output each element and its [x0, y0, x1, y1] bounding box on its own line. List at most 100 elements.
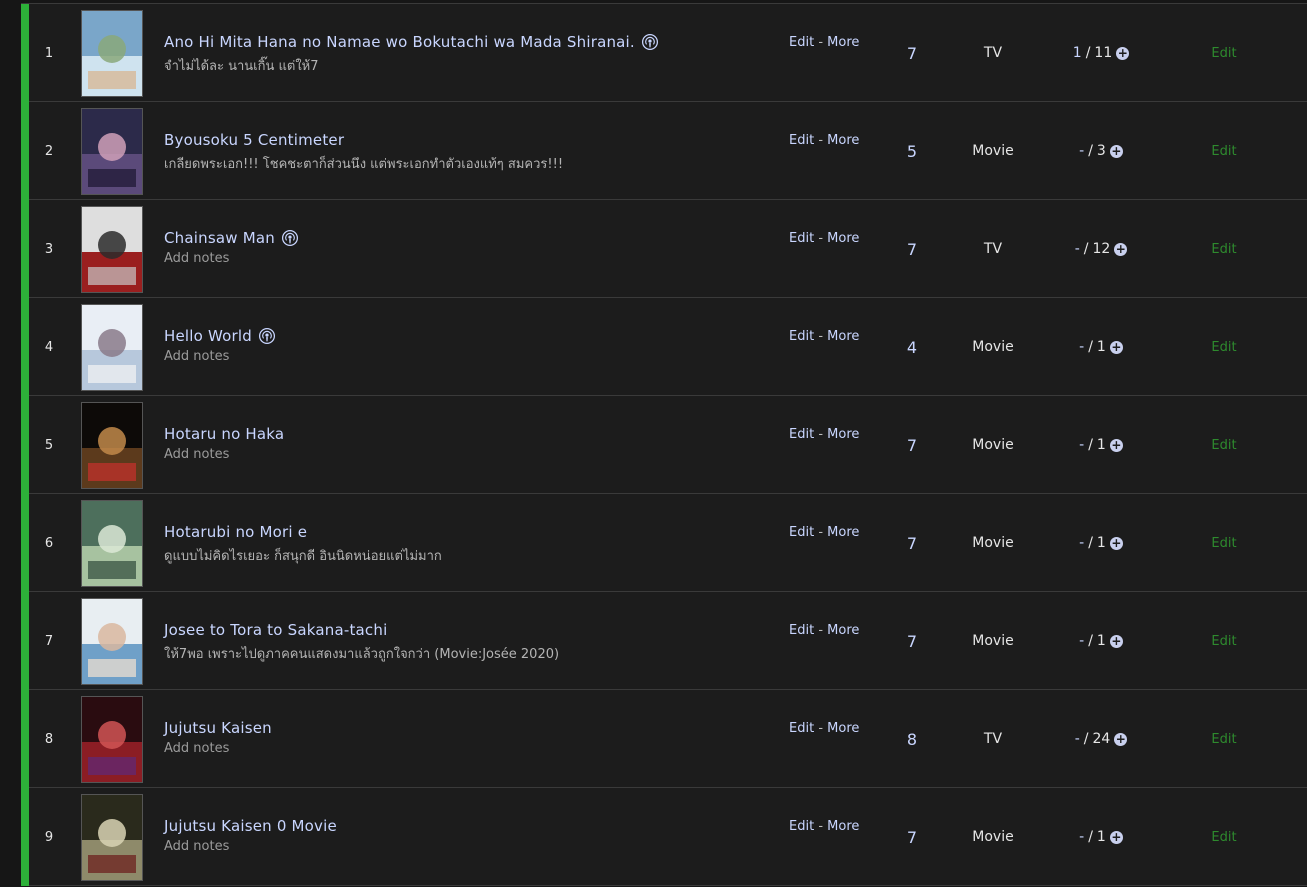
row-edit-link[interactable]: Edit — [1201, 494, 1247, 592]
row-edit-link[interactable]: Edit — [1201, 788, 1247, 886]
row-edit-link[interactable]: Edit — [1201, 396, 1247, 494]
score[interactable]: 7 — [891, 494, 933, 592]
more-link[interactable]: More — [827, 231, 859, 246]
more-link[interactable]: More — [827, 623, 859, 638]
episodes-watched[interactable]: - — [1079, 437, 1084, 453]
anime-title[interactable]: Hotarubi no Mori e — [164, 523, 307, 541]
more-link[interactable]: More — [827, 329, 859, 344]
score[interactable]: 7 — [891, 592, 933, 690]
edit-link[interactable]: Edit — [789, 427, 814, 442]
increment-episode-icon[interactable]: + — [1114, 732, 1128, 746]
anime-title-link[interactable]: Hotaru no Haka — [164, 425, 284, 443]
increment-episode-icon[interactable]: + — [1109, 634, 1123, 648]
row-edit-link[interactable]: Edit — [1201, 102, 1247, 200]
row-actions: Edit - More — [789, 427, 859, 442]
anime-type: Movie — [972, 633, 1014, 649]
cover-image[interactable] — [81, 598, 143, 685]
anime-title-link[interactable]: Jujutsu Kaisen 0 Movie — [164, 817, 337, 835]
score[interactable]: 8 — [891, 690, 933, 788]
edit-link[interactable]: Edit — [789, 133, 814, 148]
progress-separator: / — [1083, 731, 1089, 747]
score[interactable]: 4 — [891, 298, 933, 396]
anime-title[interactable]: Josee to Tora to Sakana-tachi — [164, 621, 387, 639]
anime-title-link[interactable]: Josee to Tora to Sakana-tachi — [164, 621, 387, 639]
cover-image[interactable] — [81, 304, 143, 391]
edit-link[interactable]: Edit — [789, 525, 814, 540]
add-notes-link[interactable]: Add notes — [164, 447, 764, 462]
status-indicator-completed — [21, 690, 29, 788]
progress-separator: / — [1088, 535, 1093, 551]
anime-title[interactable]: Jujutsu Kaisen — [164, 719, 272, 737]
row-edit-link[interactable]: Edit — [1201, 298, 1247, 396]
cover-image[interactable] — [81, 402, 143, 489]
episodes-watched[interactable]: - — [1079, 633, 1084, 649]
list-row: 3 Chainsaw Man Add notes Edit - More 7 T… — [21, 200, 1307, 298]
notes-text: ดูแบบไม่คิดไรเยอะ ก็สนุกดี อินนิดหน่อยแต… — [164, 549, 442, 564]
increment-episode-icon[interactable]: + — [1114, 242, 1128, 256]
episodes-watched[interactable]: - — [1079, 535, 1084, 551]
episode-progress: - / 24 + — [1041, 690, 1161, 788]
increment-episode-icon[interactable]: + — [1116, 46, 1130, 60]
row-edit-link[interactable]: Edit — [1201, 200, 1247, 298]
episodes-watched[interactable]: - — [1079, 143, 1084, 159]
edit-link[interactable]: Edit — [789, 231, 814, 246]
row-number: 2 — [44, 143, 54, 159]
score[interactable]: 5 — [891, 102, 933, 200]
anime-title-link[interactable]: Ano Hi Mita Hana no Namae wo Bokutachi w… — [164, 33, 659, 51]
cover-image[interactable] — [81, 696, 143, 783]
increment-episode-icon[interactable]: + — [1109, 536, 1123, 550]
more-link[interactable]: More — [827, 133, 859, 148]
increment-episode-icon[interactable]: + — [1109, 340, 1123, 354]
row-number: 1 — [44, 45, 54, 61]
anime-title-link[interactable]: Hotarubi no Mori e — [164, 523, 307, 541]
row-edit-link[interactable]: Edit — [1201, 592, 1247, 690]
anime-title-link[interactable]: Hello World — [164, 327, 276, 345]
anime-title-link[interactable]: Jujutsu Kaisen — [164, 719, 272, 737]
score[interactable]: 7 — [891, 396, 933, 494]
edit-link[interactable]: Edit — [789, 329, 814, 344]
more-link[interactable]: More — [827, 819, 859, 834]
add-notes-link[interactable]: Add notes — [164, 839, 764, 854]
anime-title[interactable]: Ano Hi Mita Hana no Namae wo Bokutachi w… — [164, 33, 635, 51]
episodes-watched[interactable]: - — [1079, 829, 1084, 845]
edit-link[interactable]: Edit — [789, 623, 814, 638]
anime-type: Movie — [972, 143, 1014, 159]
add-notes-link[interactable]: Add notes — [164, 349, 764, 364]
more-link[interactable]: More — [827, 427, 859, 442]
episodes-total: 1 — [1096, 535, 1106, 551]
increment-episode-icon[interactable]: + — [1109, 438, 1123, 452]
row-edit-link[interactable]: Edit — [1201, 690, 1247, 788]
cover-image[interactable] — [81, 10, 143, 97]
episodes-total: 1 — [1096, 633, 1106, 649]
anime-title[interactable]: Hello World — [164, 327, 252, 345]
score[interactable]: 7 — [891, 200, 933, 298]
edit-link[interactable]: Edit — [789, 819, 814, 834]
more-link[interactable]: More — [827, 525, 859, 540]
score[interactable]: 7 — [891, 788, 933, 886]
episodes-watched[interactable]: 1 — [1073, 45, 1082, 61]
episodes-watched[interactable]: - — [1079, 339, 1084, 355]
anime-title-link[interactable]: Chainsaw Man — [164, 229, 299, 247]
row-edit-link[interactable]: Edit — [1201, 4, 1247, 102]
cover-image[interactable] — [81, 794, 143, 881]
add-notes-link[interactable]: Add notes — [164, 741, 764, 756]
anime-title[interactable]: Jujutsu Kaisen 0 Movie — [164, 817, 337, 835]
score[interactable]: 7 — [891, 4, 933, 102]
episodes-watched[interactable]: - — [1075, 241, 1080, 257]
increment-episode-icon[interactable]: + — [1109, 830, 1123, 844]
more-link[interactable]: More — [827, 35, 859, 50]
add-notes-link[interactable]: Add notes — [164, 251, 764, 266]
increment-episode-icon[interactable]: + — [1109, 144, 1123, 158]
anime-title-link[interactable]: Byousoku 5 Centimeter — [164, 131, 344, 149]
cover-image[interactable] — [81, 108, 143, 195]
episodes-watched[interactable]: - — [1075, 731, 1080, 747]
cover-image[interactable] — [81, 206, 143, 293]
edit-link[interactable]: Edit — [789, 35, 814, 50]
actions-separator: - — [814, 35, 828, 50]
anime-title[interactable]: Byousoku 5 Centimeter — [164, 131, 344, 149]
anime-title[interactable]: Chainsaw Man — [164, 229, 275, 247]
anime-title[interactable]: Hotaru no Haka — [164, 425, 284, 443]
edit-link[interactable]: Edit — [789, 721, 814, 736]
cover-image[interactable] — [81, 500, 143, 587]
more-link[interactable]: More — [827, 721, 859, 736]
